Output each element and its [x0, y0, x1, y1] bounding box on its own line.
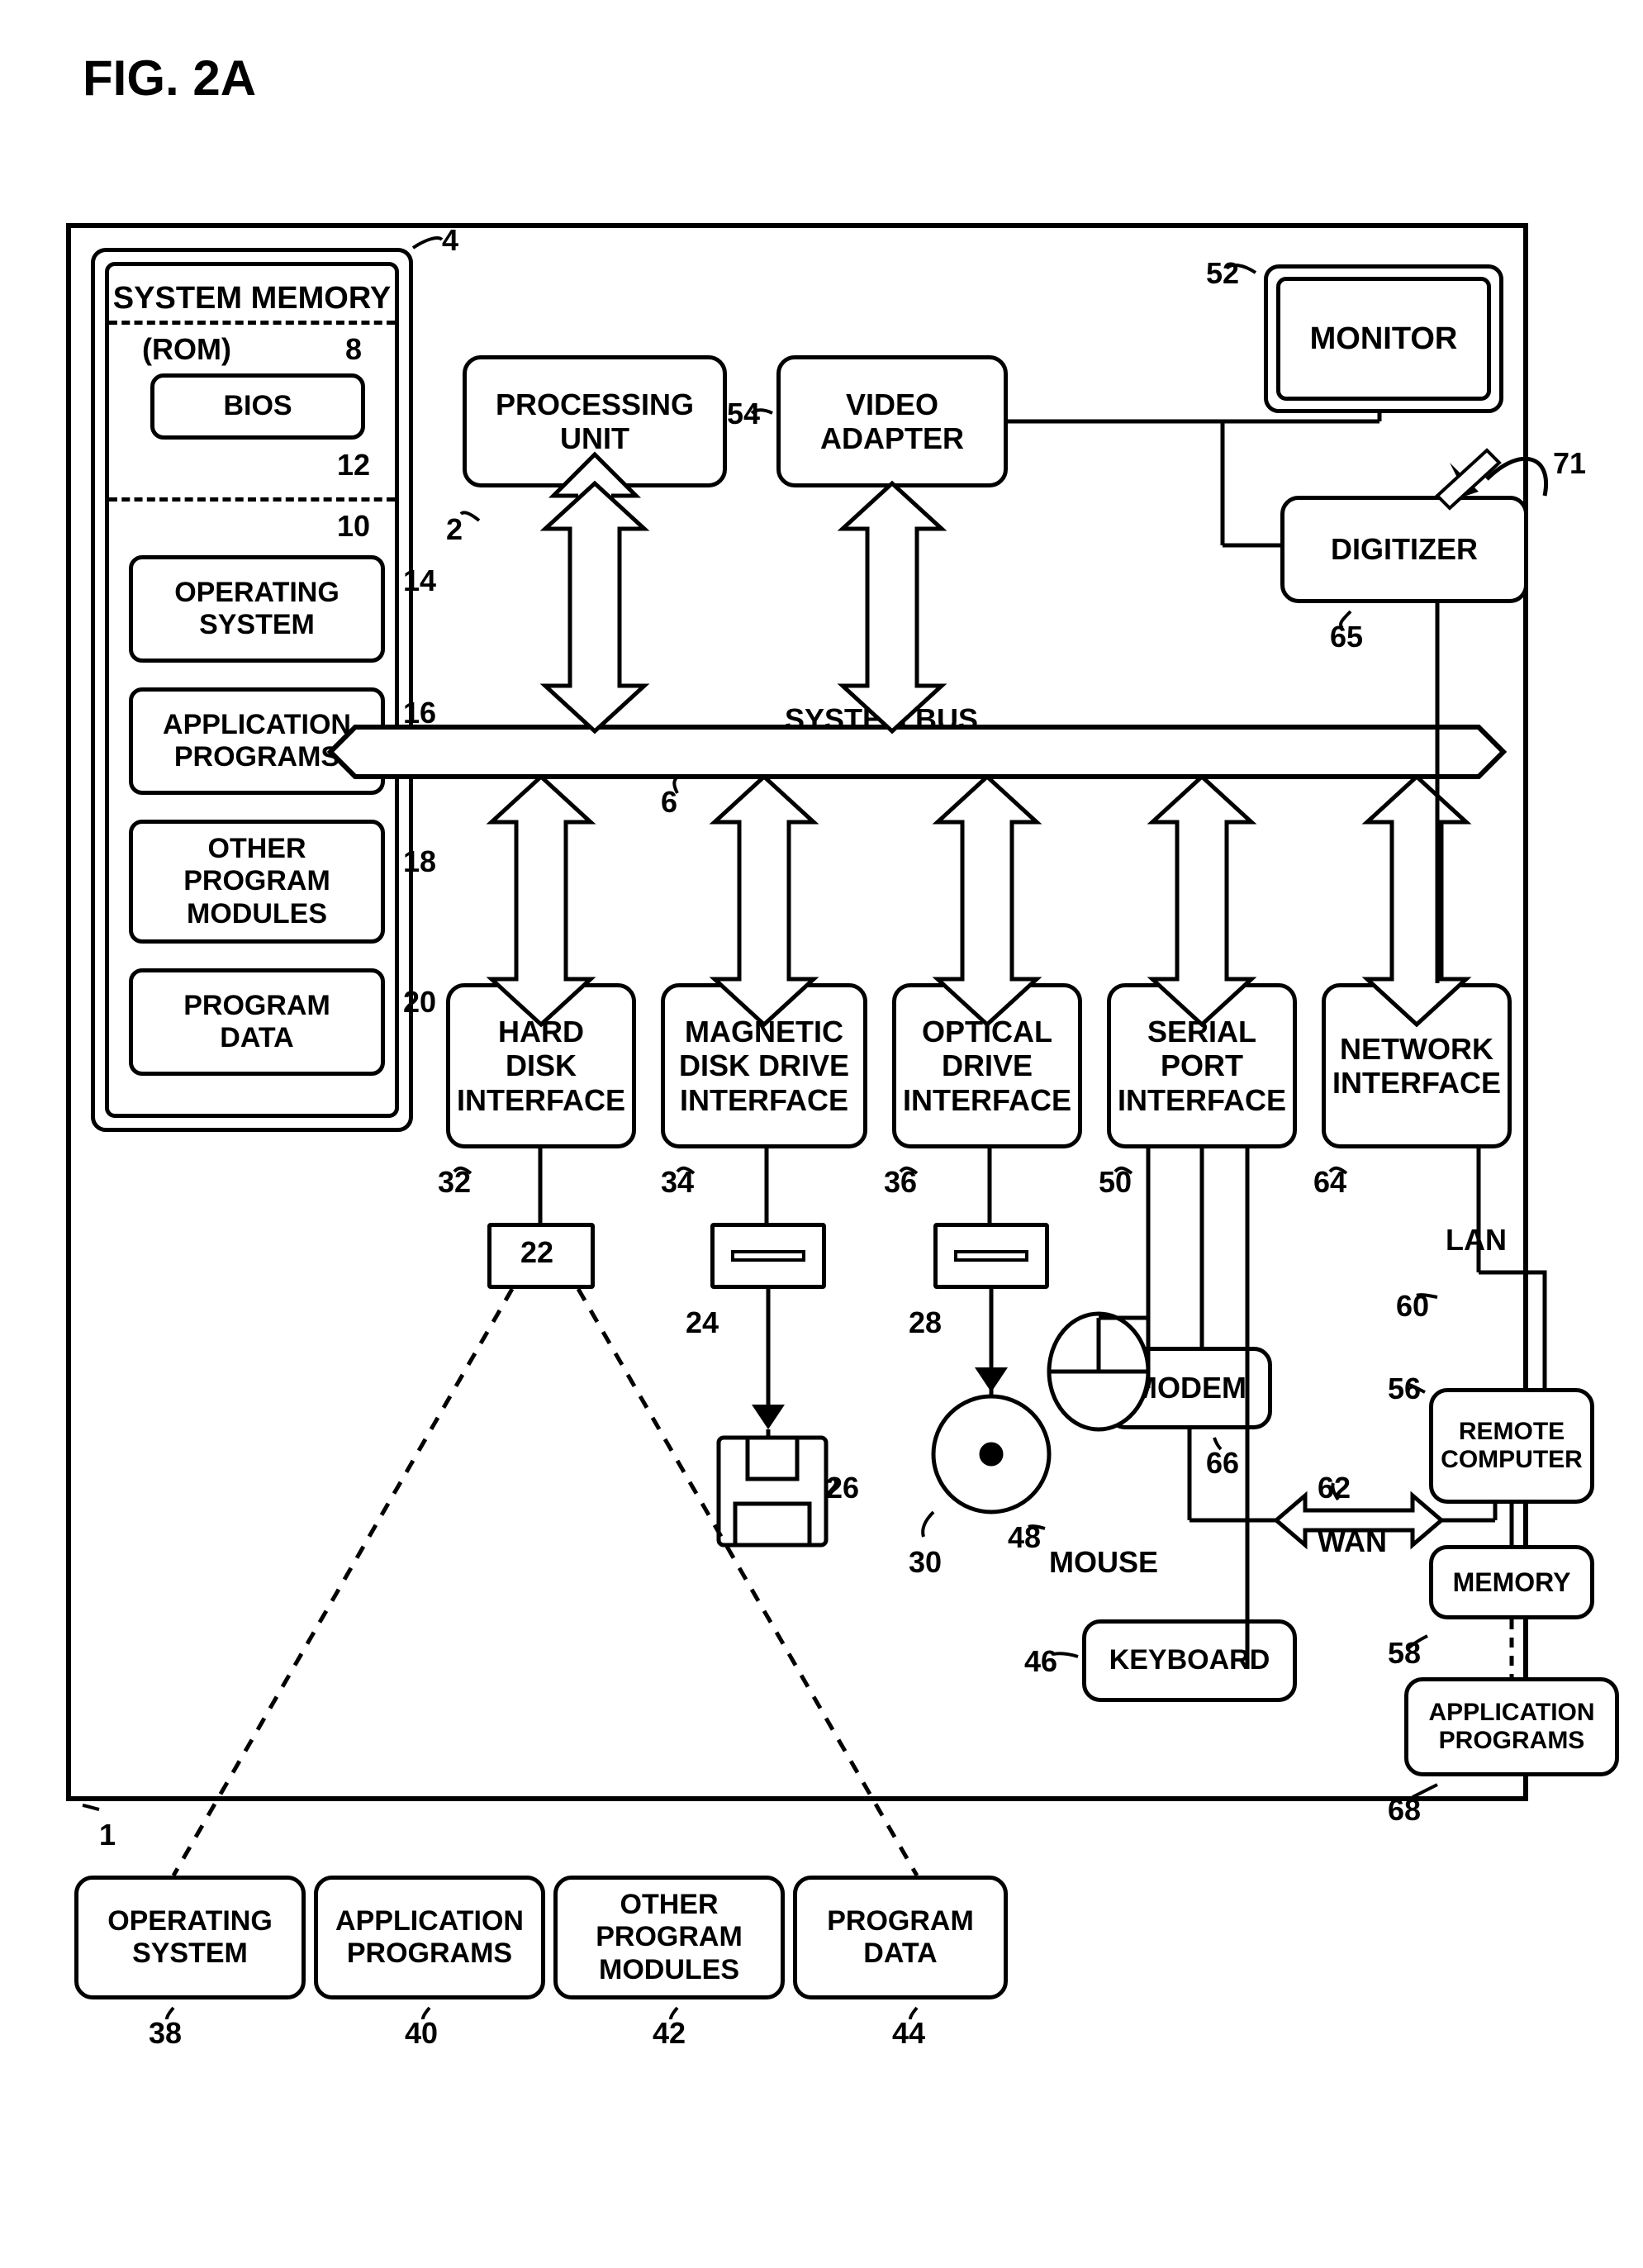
magnetic-drive-slot — [710, 1223, 826, 1289]
remote-computer: REMOTE COMPUTER — [1429, 1388, 1594, 1504]
network-interface: NETWORK INTERFACE — [1322, 983, 1512, 1148]
video-adapter-num: 54 — [727, 397, 760, 431]
video-adapter: VIDEO ADAPTER — [776, 355, 1008, 487]
bottom-data: PROGRAM DATA — [793, 1876, 1008, 1999]
optical-disc-num: 30 — [909, 1545, 942, 1580]
bottom-apps-num: 40 — [405, 2016, 438, 2051]
wan-num: 62 — [1318, 1471, 1351, 1505]
network-if-num: 64 — [1313, 1165, 1346, 1200]
sm-os-num: 14 — [403, 563, 436, 598]
system-bus-label: SYSTEM BUS — [785, 702, 978, 737]
sm-mods-num: 18 — [403, 844, 436, 879]
serial-port-interface: SERIAL PORT INTERFACE — [1107, 983, 1297, 1148]
wan-label: WAN — [1318, 1524, 1387, 1559]
sm-apps: APPLICATION PROGRAMS — [129, 687, 385, 795]
bottom-os: OPERATING SYSTEM — [74, 1876, 306, 1999]
digitizer-num: 65 — [1330, 620, 1363, 654]
bottom-data-num: 44 — [892, 2016, 925, 2051]
digitizer: DIGITIZER — [1280, 496, 1528, 603]
monitor: MONITOR — [1264, 264, 1503, 413]
optical-if-num: 36 — [884, 1165, 917, 1200]
bios-box: BIOS — [150, 373, 365, 440]
mag-media-num: 24 — [686, 1305, 719, 1340]
figure-title: FIG. 2A — [83, 50, 256, 107]
remote-apps-num: 68 — [1388, 1793, 1421, 1828]
hard-disk-if-num: 32 — [438, 1165, 471, 1200]
keyboard-num: 46 — [1024, 1644, 1057, 1679]
system-memory: SYSTEM MEMORY (ROM) 8 BIOS 12 10 OPERATI… — [91, 248, 413, 1132]
rom-num: 8 — [345, 332, 362, 367]
sm-os: OPERATING SYSTEM — [129, 555, 385, 663]
monitor-num: 52 — [1206, 256, 1239, 291]
sysmem-num: 4 — [442, 223, 458, 258]
mag-disk-num: 26 — [826, 1471, 859, 1505]
lan-label: LAN — [1446, 1223, 1507, 1258]
processing-unit: PROCESSING UNIT — [463, 355, 727, 487]
optical-drive-slot — [933, 1223, 1049, 1289]
mouse-label: MOUSE — [1049, 1545, 1158, 1580]
system-memory-title: SYSTEM MEMORY — [109, 281, 395, 316]
sm-data-num: 20 — [403, 985, 436, 1020]
bios-num: 12 — [337, 448, 370, 483]
optical-drive-interface: OPTICAL DRIVE INTERFACE — [892, 983, 1082, 1148]
sm-data: PROGRAM DATA — [129, 968, 385, 1076]
mouse-num: 48 — [1008, 1520, 1041, 1555]
rom-label: (ROM) — [142, 332, 231, 367]
sm-mods: OTHER PROGRAM MODULES — [129, 820, 385, 944]
hard-disk-interface: HARD DISK INTERFACE — [446, 983, 636, 1148]
bottom-mods-num: 42 — [653, 2016, 686, 2051]
monitor-label: MONITOR — [1276, 277, 1491, 401]
processing-num: 2 — [446, 512, 463, 547]
magnetic-disk-interface: MAGNETIC DISK DRIVE INTERFACE — [661, 983, 867, 1148]
bottom-os-num: 38 — [149, 2016, 182, 2051]
remote-num: 56 — [1388, 1372, 1421, 1406]
serial-if-num: 50 — [1099, 1165, 1132, 1200]
mag-disk-if-num: 34 — [661, 1165, 694, 1200]
sm-apps-num: 16 — [403, 696, 436, 730]
keyboard: KEYBOARD — [1082, 1619, 1297, 1702]
ram-num: 10 — [337, 509, 370, 544]
remote-apps: APPLICATION PROGRAMS — [1404, 1677, 1619, 1776]
lan-num: 60 — [1396, 1289, 1429, 1324]
diagram-canvas: FIG. 2A SYSTEM MEMORY (ROM) 8 BIOS 12 10… — [33, 33, 1603, 2223]
pen-num: 71 — [1553, 446, 1586, 481]
computer-num: 1 — [99, 1818, 116, 1852]
bottom-mods: OTHER PROGRAM MODULES — [553, 1876, 785, 1999]
bottom-apps: APPLICATION PROGRAMS — [314, 1876, 545, 1999]
modem: MODEM — [1107, 1347, 1272, 1429]
remote-memory: MEMORY — [1429, 1545, 1594, 1619]
optical-drive-num: 28 — [909, 1305, 942, 1340]
remote-memory-num: 58 — [1388, 1636, 1421, 1671]
hard-disk-num: 22 — [520, 1235, 553, 1270]
modem-num: 66 — [1206, 1446, 1239, 1481]
sysbus-num: 6 — [661, 785, 677, 820]
